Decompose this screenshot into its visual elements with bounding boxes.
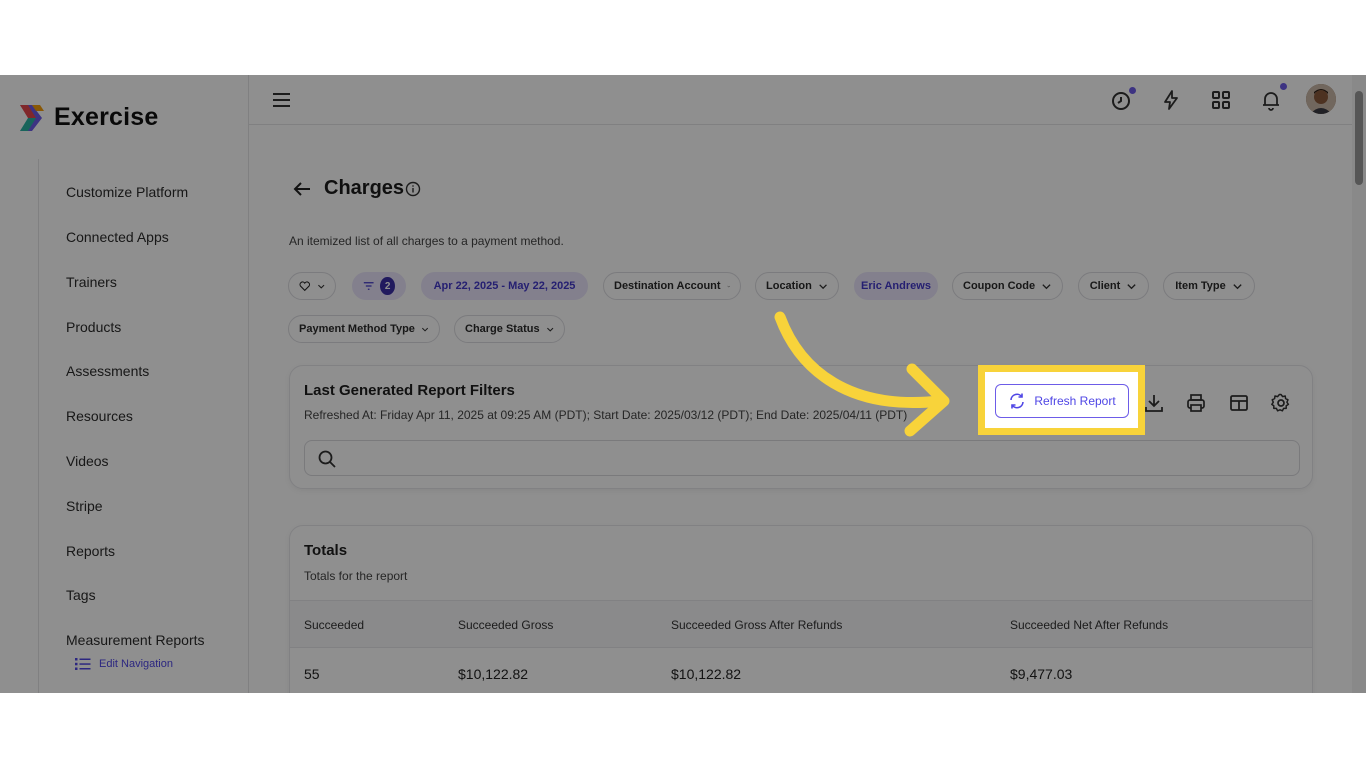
- app-window: Exercise Customize Platform Connected Ap…: [0, 75, 1366, 693]
- destination-account-dropdown[interactable]: Destination Account: [603, 272, 741, 300]
- client-label: Client: [1089, 280, 1121, 292]
- column-header-net-after-refunds: Succeeded Net After Refunds: [1010, 618, 1169, 632]
- totals-table-header: Succeeded Succeeded Gross Succeeded Gros…: [290, 600, 1312, 648]
- charge-status-dropdown[interactable]: Charge Status: [454, 315, 565, 343]
- menu-icon[interactable]: [271, 89, 293, 111]
- settings-gear-icon[interactable]: [1270, 392, 1292, 414]
- totals-card: Totals Totals for the report Succeeded S…: [289, 525, 1313, 693]
- filter-count-button[interactable]: 2: [352, 272, 406, 300]
- item-type-label: Item Type: [1175, 280, 1226, 292]
- clock-notification-dot: [1129, 87, 1136, 94]
- sidebar-item-customize-platform[interactable]: Customize Platform: [66, 184, 188, 200]
- table-cell-succeeded-gross: $10,122.82: [458, 666, 529, 682]
- table-cell-net-after-refunds: $9,477.03: [1010, 666, 1073, 682]
- refresh-icon: [1010, 393, 1025, 409]
- page-scrollbar[interactable]: [1352, 75, 1366, 693]
- back-arrow-icon[interactable]: [290, 177, 314, 201]
- edit-navigation-link[interactable]: Edit Navigation: [75, 657, 173, 671]
- sidebar-item-trainers[interactable]: Trainers: [66, 274, 117, 290]
- totals-subtitle: Totals for the report: [304, 569, 408, 583]
- scroll-thumb[interactable]: [1355, 91, 1363, 185]
- search-icon: [318, 450, 336, 468]
- brand-name: Exercise: [54, 103, 159, 131]
- chevron-down-icon: [1127, 283, 1136, 289]
- column-header-succeeded: Succeeded: [304, 618, 365, 632]
- apps-grid-icon[interactable]: [1209, 88, 1233, 112]
- sidebar-item-reports[interactable]: Reports: [66, 543, 115, 559]
- sidebar-item-assessments[interactable]: Assessments: [66, 363, 149, 379]
- location-dropdown[interactable]: Location: [755, 272, 839, 300]
- favorites-dropdown[interactable]: [288, 272, 336, 300]
- highlight-box: Refresh Report: [978, 365, 1145, 435]
- charge-status-label: Charge Status: [465, 323, 540, 335]
- table-cell-gross-after-refunds: $10,122.82: [671, 666, 742, 682]
- report-filters-title: Last Generated Report Filters: [304, 382, 515, 399]
- report-filters-card: Last Generated Report Filters Refreshed …: [289, 365, 1313, 489]
- table-cell-succeeded: 55: [304, 666, 320, 682]
- sidebar-item-resources[interactable]: Resources: [66, 408, 133, 424]
- search-box[interactable]: [304, 440, 1300, 476]
- info-icon[interactable]: [405, 181, 421, 197]
- sidebar-item-measurement-reports[interactable]: Measurement Reports: [66, 632, 205, 648]
- coupon-code-label: Coupon Code: [963, 280, 1036, 292]
- sidebar-item-connected-apps[interactable]: Connected Apps: [66, 229, 169, 245]
- sidebar-item-videos[interactable]: Videos: [66, 453, 109, 469]
- download-icon[interactable]: [1143, 392, 1165, 414]
- chevron-down-icon: [421, 327, 429, 332]
- location-label: Location: [766, 280, 812, 292]
- top-bar: [249, 75, 1352, 125]
- column-header-succeeded-gross: Succeeded Gross: [458, 618, 554, 632]
- column-header-gross-after-refunds: Succeeded Gross After Refunds: [671, 618, 843, 632]
- chevron-down-icon: [317, 284, 324, 289]
- list-icon: [75, 658, 91, 670]
- totals-title: Totals: [304, 542, 348, 559]
- bell-icon[interactable]: [1259, 88, 1283, 112]
- logo-icon: [20, 105, 44, 131]
- client-dropdown[interactable]: Client: [1078, 272, 1149, 300]
- item-type-dropdown[interactable]: Item Type: [1163, 272, 1255, 300]
- filter-icon: [363, 282, 374, 290]
- chevron-down-icon: [1042, 283, 1051, 289]
- heart-icon: [299, 281, 311, 292]
- report-filters-meta: Refreshed At: Friday Apr 11, 2025 at 09:…: [304, 408, 908, 422]
- date-range-label: Apr 22, 2025 - May 22, 2025: [433, 280, 576, 292]
- bell-notification-dot: [1280, 83, 1287, 90]
- sidebar-item-stripe[interactable]: Stripe: [66, 498, 103, 514]
- payment-method-type-label: Payment Method Type: [299, 323, 415, 335]
- filter-count-badge: 2: [380, 277, 395, 295]
- page-subtitle: An itemized list of all charges to a pay…: [289, 234, 564, 248]
- avatar-image: [1306, 84, 1336, 114]
- search-input[interactable]: [347, 447, 1287, 471]
- refresh-report-button[interactable]: Refresh Report: [995, 384, 1129, 418]
- chevron-down-icon: [546, 327, 553, 332]
- sidebar: Exercise Customize Platform Connected Ap…: [0, 75, 249, 693]
- trainer-label: Eric Andrews: [861, 280, 931, 292]
- coupon-code-dropdown[interactable]: Coupon Code: [952, 272, 1063, 300]
- sidebar-item-products[interactable]: Products: [66, 319, 121, 335]
- chevron-down-icon: [819, 283, 827, 289]
- chevron-down-icon: [1233, 283, 1242, 289]
- lightning-icon[interactable]: [1159, 88, 1183, 112]
- trainer-chip[interactable]: Eric Andrews: [854, 272, 938, 300]
- avatar[interactable]: [1306, 84, 1336, 114]
- chevron-down-icon: [726, 285, 730, 287]
- print-icon[interactable]: [1185, 392, 1207, 414]
- payment-method-type-dropdown[interactable]: Payment Method Type: [288, 315, 440, 343]
- destination-account-label: Destination Account: [614, 280, 721, 292]
- refresh-report-label: Refresh Report: [1034, 394, 1116, 408]
- nav-rail: [38, 159, 39, 693]
- date-range-chip[interactable]: Apr 22, 2025 - May 22, 2025: [421, 272, 588, 300]
- edit-navigation-label: Edit Navigation: [99, 658, 173, 670]
- sidebar-item-tags[interactable]: Tags: [66, 587, 96, 603]
- page-title: Charges: [324, 177, 405, 199]
- table-columns-icon[interactable]: [1228, 392, 1250, 414]
